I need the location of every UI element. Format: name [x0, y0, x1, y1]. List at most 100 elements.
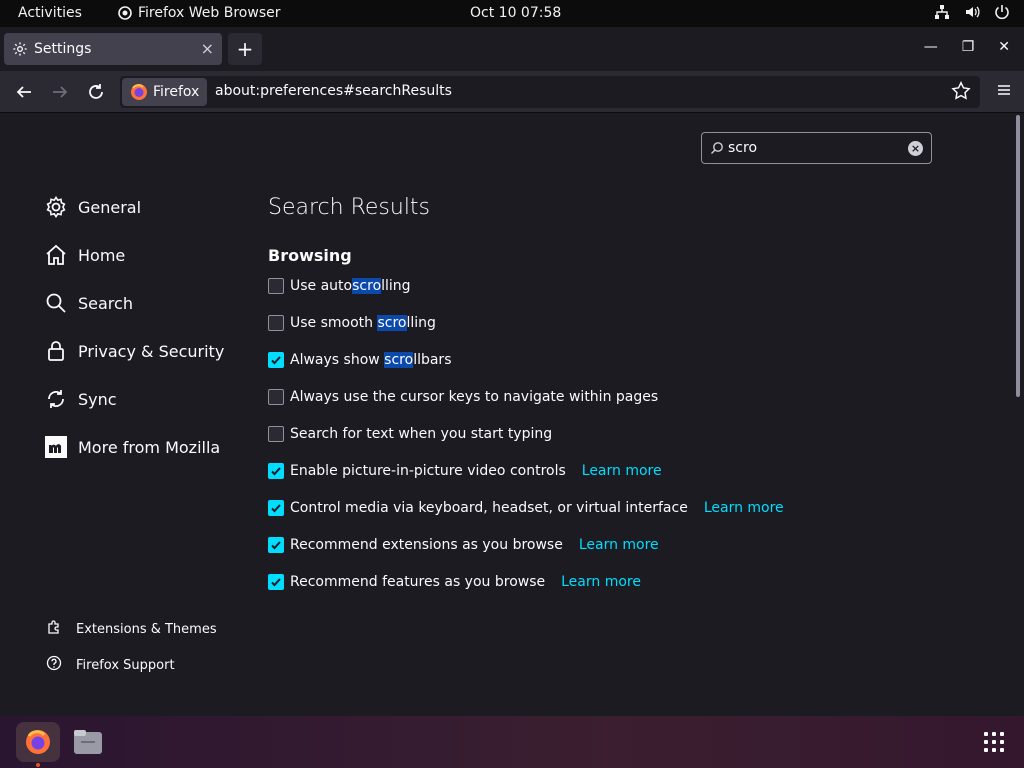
sidebar-item-search[interactable]: Search [44, 291, 133, 315]
checkbox-checked[interactable] [268, 352, 284, 368]
lock-icon [44, 339, 68, 363]
checkmark-icon [271, 356, 281, 365]
checkmark-icon [271, 504, 281, 513]
dock [0, 716, 1024, 768]
preferences-page: scro × General Home Search Privacy & Sec… [0, 113, 1024, 716]
option-row[interactable]: Enable picture-in-picture video controls… [268, 463, 662, 479]
back-arrow-icon [16, 86, 31, 98]
option-row[interactable]: Search for text when you start typing [268, 426, 552, 442]
checkbox-unchecked[interactable] [268, 426, 284, 442]
reload-button[interactable] [84, 80, 108, 104]
sidebar-item-label: Sync [78, 389, 117, 409]
search-icon [44, 291, 68, 315]
app-menu[interactable]: Firefox Web Browser [118, 5, 281, 21]
puzzle-icon [46, 619, 62, 639]
checkmark-icon [271, 541, 281, 550]
sidebar-item-home[interactable]: Home [44, 243, 125, 267]
option-row[interactable]: Always use the cursor keys to navigate w… [268, 389, 658, 405]
sidebar-item-label: General [78, 197, 142, 217]
checkbox-unchecked[interactable] [268, 278, 284, 294]
hamburger-menu-icon [998, 85, 1010, 95]
search-glass-icon [711, 142, 723, 154]
option-label: Enable picture-in-picture video controls [290, 463, 566, 479]
extensions-themes-link[interactable]: Extensions & Themes [46, 619, 217, 639]
option-row[interactable]: Recommend features as you browse Learn mo… [268, 574, 641, 590]
sidebar-item-general[interactable]: General [44, 195, 141, 219]
sidebar-item-sync[interactable]: Sync [44, 387, 117, 411]
checkmark-icon [271, 467, 281, 476]
close-window-icon[interactable]: ✕ [998, 39, 1010, 55]
checkbox-unchecked[interactable] [268, 315, 284, 331]
home-icon [44, 243, 68, 267]
identity-box[interactable]: Firefox [122, 78, 208, 106]
help-icon [46, 655, 62, 675]
learn-more-link[interactable]: Learn more [582, 463, 662, 479]
preferences-search-input[interactable]: scro × [701, 132, 932, 164]
sidebar-item-label: Privacy & Security [78, 341, 225, 361]
system-tray[interactable] [934, 4, 1010, 20]
option-label-text: Search for text when you start typing [290, 426, 553, 442]
option-label: Always show scrollbars [290, 352, 451, 368]
option-label: Search for text when you start typing [290, 426, 552, 442]
section-title: Browsing [268, 246, 352, 265]
checkbox-unchecked[interactable] [268, 389, 284, 405]
tab-title: Settings [34, 41, 92, 57]
option-row[interactable]: Use smooth scrolling [268, 315, 436, 331]
window-controls: — ❐ ✕ [924, 39, 1010, 55]
checkbox-checked[interactable] [268, 463, 284, 479]
checkbox-checked[interactable] [268, 537, 284, 553]
url-bar[interactable]: Firefox about:preferences#searchResults [120, 76, 980, 108]
new-tab-button[interactable]: + [228, 33, 262, 65]
checkbox-checked[interactable] [268, 500, 284, 516]
power-icon [995, 5, 1009, 20]
option-label-text: lling [381, 278, 411, 294]
option-row[interactable]: Control media via keyboard, headset, or … [268, 500, 784, 516]
sidebar-item-label: More from Mozilla [78, 437, 221, 457]
option-label-text: Recommend features as you browse [290, 574, 546, 590]
option-label-text: Use auto [290, 278, 353, 294]
sidebar-item-privacy[interactable]: Privacy & Security [44, 339, 224, 363]
option-label-text: Control media via keyboard, headset, or … [290, 500, 688, 516]
footer-link-label: Extensions & Themes [76, 621, 217, 637]
sidebar-item-more-from-mozilla[interactable]: More from Mozilla [44, 435, 220, 459]
option-row[interactable]: Always show scrollbars [268, 352, 451, 368]
running-indicator [36, 763, 40, 767]
restore-icon[interactable]: ❐ [962, 39, 975, 55]
show-apps-grid-icon[interactable] [984, 732, 1004, 752]
dock-files[interactable] [72, 726, 104, 758]
sidebar-item-label: Search [78, 293, 133, 313]
firefox-small-icon [118, 6, 132, 20]
reload-icon [89, 84, 103, 99]
forward-button[interactable] [48, 80, 72, 104]
learn-more-link[interactable]: Learn more [579, 537, 659, 553]
option-label-text: Recommend extensions as you browse [290, 537, 563, 553]
option-label: Control media via keyboard, headset, or … [290, 500, 688, 516]
page-scrollbar[interactable] [1016, 115, 1020, 397]
checkbox-checked[interactable] [268, 574, 284, 590]
tab-settings[interactable]: Settings × [4, 33, 222, 65]
option-label-text: Use smooth [290, 315, 378, 331]
learn-more-link[interactable]: Learn more [704, 500, 784, 516]
mozilla-icon [44, 435, 68, 459]
option-row[interactable]: Recommend extensions as you browse Learn … [268, 537, 659, 553]
url-text: about:preferences#searchResults [215, 83, 452, 99]
app-menu-button[interactable] [996, 82, 1012, 102]
search-highlight: scro [377, 315, 407, 331]
page-title: Search Results [268, 195, 431, 220]
bookmark-star-button[interactable] [950, 80, 972, 106]
clock[interactable]: Oct 10 07:58 [470, 5, 561, 21]
close-tab-icon[interactable]: × [201, 39, 214, 58]
option-row[interactable]: Use autoscrolling [268, 278, 411, 294]
activities-button[interactable]: Activities [18, 5, 82, 21]
dock-firefox[interactable] [16, 722, 60, 762]
firefox-support-link[interactable]: Firefox Support [46, 655, 175, 675]
app-name: Firefox Web Browser [138, 5, 281, 21]
option-label-text: Always use the cursor keys to navigate w… [290, 389, 659, 405]
back-button[interactable] [12, 80, 36, 104]
option-label: Use smooth scrolling [290, 315, 436, 331]
option-label-text: lling [406, 315, 436, 331]
learn-more-link[interactable]: Learn more [561, 574, 641, 590]
option-label: Always use the cursor keys to navigate w… [290, 389, 658, 405]
clear-search-icon[interactable]: × [908, 141, 923, 156]
minimize-icon[interactable]: — [924, 39, 938, 55]
